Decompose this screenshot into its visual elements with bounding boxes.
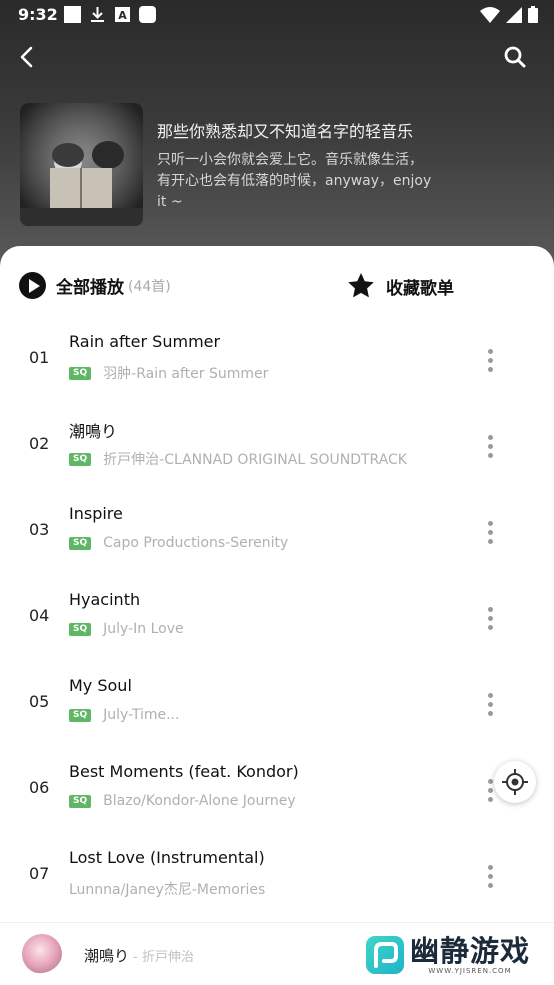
collect-playlist-button[interactable]: 收藏歌单 (346, 272, 454, 300)
status-icons-right (480, 6, 538, 27)
album-cover[interactable] (20, 103, 143, 226)
play-circle-icon (19, 272, 46, 299)
sq-badge: SQ (69, 708, 92, 722)
track-number: 04 (29, 606, 50, 625)
album-cover-art (20, 103, 143, 226)
track-meta: SQ July-In Love (69, 621, 184, 637)
track-row[interactable]: 01 Rain after Summer SQ 羽肿-Rain after Su… (0, 317, 554, 403)
mini-player-title: 潮鳴り (84, 947, 130, 965)
track-title: Lost Love (Instrumental) (69, 848, 265, 867)
track-row[interactable]: 04 Hyacinth SQ July-In Love (0, 575, 554, 661)
play-all-count: (44首) (128, 278, 171, 295)
mini-player-artist: - 折戸伸治 (129, 950, 194, 965)
sq-badge: SQ (69, 366, 92, 380)
watermark-logo-icon (366, 936, 404, 974)
status-icons-left: A (64, 6, 156, 23)
track-subtitle: Blazo/Kondor-Alone Journey (103, 793, 296, 809)
track-subtitle: Lunnna/Janey杰尼-Memories (69, 882, 266, 898)
more-vertical-icon[interactable] (480, 686, 500, 722)
locate-current-button[interactable] (494, 761, 536, 803)
track-title: My Soul (69, 676, 132, 695)
track-title: 潮鳴り (69, 422, 118, 441)
signal-icon (506, 6, 522, 27)
track-title: Best Moments (feat. Kondor) (69, 762, 299, 781)
track-row[interactable]: 07 Lost Love (Instrumental) Lunnna/Janey… (0, 833, 554, 919)
watermark-text: 幽静游戏 WWW.YJISREN.COM (410, 935, 530, 975)
app-a-icon: A (114, 6, 131, 23)
track-subtitle: 折戸伸治-CLANNAD ORIGINAL SOUNDTRACK (103, 452, 407, 468)
app-square-icon (139, 6, 156, 23)
notification-icon (64, 6, 81, 23)
more-vertical-icon[interactable] (480, 600, 500, 636)
track-meta: SQ 羽肿-Rain after Summer (69, 363, 268, 383)
track-subtitle: 羽肿-Rain after Summer (103, 366, 269, 382)
sq-badge: SQ (69, 452, 92, 466)
mini-player-title-line: 潮鳴り - 折戸伸治 (84, 945, 194, 966)
track-number: 06 (29, 778, 50, 797)
track-meta: Lunnna/Janey杰尼-Memories (69, 879, 265, 899)
track-number: 05 (29, 692, 50, 711)
collect-label: 收藏歌单 (386, 278, 454, 299)
search-button[interactable] (502, 44, 528, 70)
sq-badge: SQ (69, 536, 92, 550)
track-row[interactable]: 05 My Soul SQ July-Time... (0, 661, 554, 747)
status-time: 9:32 (18, 5, 58, 24)
track-meta: SQ 折戸伸治-CLANNAD ORIGINAL SOUNDTRACK (69, 449, 407, 469)
track-number: 02 (29, 434, 50, 453)
download-icon (89, 6, 106, 23)
album-title: 那些你熟悉却又不知道名字的轻音乐 (157, 122, 414, 141)
watermark-title: 幽静游戏 (410, 934, 531, 968)
track-subtitle: July-Time... (103, 707, 180, 723)
watermark-url: WWW.YJISREN.COM (428, 967, 512, 975)
chevron-left-icon (20, 46, 33, 68)
album-description: 只听一小会你就会爱上它。音乐就像生活，有开心也会有低落的时候，anyway，en… (157, 152, 432, 210)
more-vertical-icon[interactable] (480, 428, 500, 464)
track-meta: SQ Capo Productions-Serenity (69, 535, 288, 551)
sq-badge: SQ (69, 622, 92, 636)
mini-player-cover[interactable] (22, 934, 62, 974)
track-meta: SQ Blazo/Kondor-Alone Journey (69, 793, 296, 809)
track-subtitle: Capo Productions-Serenity (103, 535, 289, 551)
play-all-label: 全部播放 (56, 278, 124, 298)
battery-icon (528, 6, 538, 27)
more-vertical-icon[interactable] (480, 342, 500, 378)
track-number: 07 (29, 864, 50, 883)
track-row[interactable]: 02 潮鳴り SQ 折戸伸治-CLANNAD ORIGINAL SOUNDTRA… (0, 403, 554, 489)
track-number: 03 (29, 520, 50, 539)
track-number: 01 (29, 348, 50, 367)
play-all-button[interactable]: 全部播放 (44首) (19, 272, 171, 299)
more-vertical-icon[interactable] (480, 858, 500, 894)
sq-badge: SQ (69, 794, 92, 808)
wifi-icon (480, 6, 500, 27)
more-vertical-icon[interactable] (480, 514, 500, 550)
track-title: Inspire (69, 504, 123, 523)
track-row[interactable]: 06 Best Moments (feat. Kondor) SQ Blazo/… (0, 747, 554, 833)
track-meta: SQ July-Time... (69, 707, 179, 723)
track-subtitle: July-In Love (103, 621, 184, 637)
status-bar: 9:32 A (0, 0, 554, 30)
track-row[interactable]: 03 Inspire SQ Capo Productions-Serenity (0, 489, 554, 575)
track-title: Rain after Summer (69, 332, 221, 351)
locate-icon (502, 769, 528, 795)
star-icon (348, 272, 374, 298)
back-button[interactable] (14, 42, 40, 72)
track-title: Hyacinth (69, 590, 141, 609)
watermark: 幽静游戏 WWW.YJISREN.COM (366, 935, 530, 975)
svg-text:A: A (118, 9, 127, 22)
search-icon (504, 46, 526, 68)
